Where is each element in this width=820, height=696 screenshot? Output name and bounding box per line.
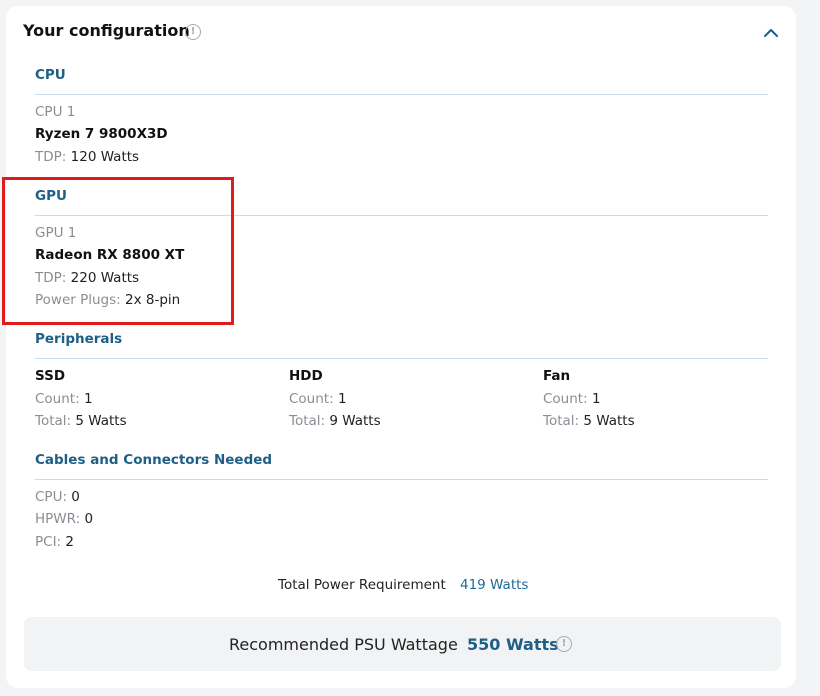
peripherals-divider — [35, 358, 768, 359]
info-icon[interactable]: ! — [185, 24, 201, 40]
cable-pci: PCI: 2 — [35, 534, 74, 550]
cpu-divider — [35, 94, 768, 95]
peripheral-total: Total: 5 Watts — [543, 413, 635, 429]
total-power-label: Total Power Requirement — [278, 577, 446, 593]
psu-info-icon[interactable]: ! — [556, 636, 572, 652]
peripheral-count: Count: 1 — [35, 391, 93, 407]
peripheral-name: HDD — [289, 368, 323, 384]
count-value: 1 — [83, 391, 93, 407]
peripheral-count: Count: 1 — [289, 391, 347, 407]
cable-value: 0 — [84, 511, 94, 527]
count-label: Count: — [543, 391, 588, 407]
count-value: 1 — [337, 391, 347, 407]
collapse-button[interactable] — [760, 22, 782, 42]
cable-label: HPWR: — [35, 511, 81, 527]
total-power-value: 419 Watts — [460, 577, 529, 593]
peripherals-section-title: Peripherals — [35, 331, 123, 347]
cable-value: 0 — [71, 489, 80, 505]
peripheral-name: SSD — [35, 368, 66, 384]
chevron-up-icon — [764, 29, 778, 37]
count-label: Count: — [35, 391, 80, 407]
cable-cpu: CPU: 0 — [35, 489, 80, 505]
total-value: 5 Watts — [75, 413, 127, 429]
total-value: 9 Watts — [329, 413, 381, 429]
cpu-section-title: CPU — [35, 67, 66, 83]
count-value: 1 — [591, 391, 601, 407]
cpu-model: Ryzen 7 9800X3D — [35, 126, 168, 142]
cpu-item-label: CPU 1 — [35, 104, 76, 120]
cpu-tdp: TDP: 120 Watts — [35, 149, 139, 165]
total-label: Total: — [289, 413, 326, 429]
total-label: Total: — [543, 413, 580, 429]
configuration-title: Your configuration — [23, 21, 190, 40]
cable-label: CPU: — [35, 489, 67, 505]
count-label: Count: — [289, 391, 334, 407]
cables-section-title: Cables and Connectors Needed — [35, 452, 273, 468]
peripheral-total: Total: 9 Watts — [289, 413, 381, 429]
cables-divider — [35, 479, 768, 480]
cable-label: PCI: — [35, 534, 62, 550]
psu-value: 550 Watts — [467, 635, 559, 654]
peripheral-count: Count: 1 — [543, 391, 601, 407]
cpu-tdp-label: TDP: — [35, 149, 67, 165]
cable-hpwr: HPWR: 0 — [35, 511, 93, 527]
peripheral-name: Fan — [543, 368, 571, 384]
total-label: Total: — [35, 413, 72, 429]
psu-label: Recommended PSU Wattage — [229, 635, 458, 654]
cable-value: 2 — [65, 534, 74, 550]
total-value: 5 Watts — [583, 413, 635, 429]
peripheral-total: Total: 5 Watts — [35, 413, 127, 429]
cpu-tdp-value: 120 Watts — [70, 149, 140, 165]
gpu-highlight-box — [2, 177, 234, 325]
